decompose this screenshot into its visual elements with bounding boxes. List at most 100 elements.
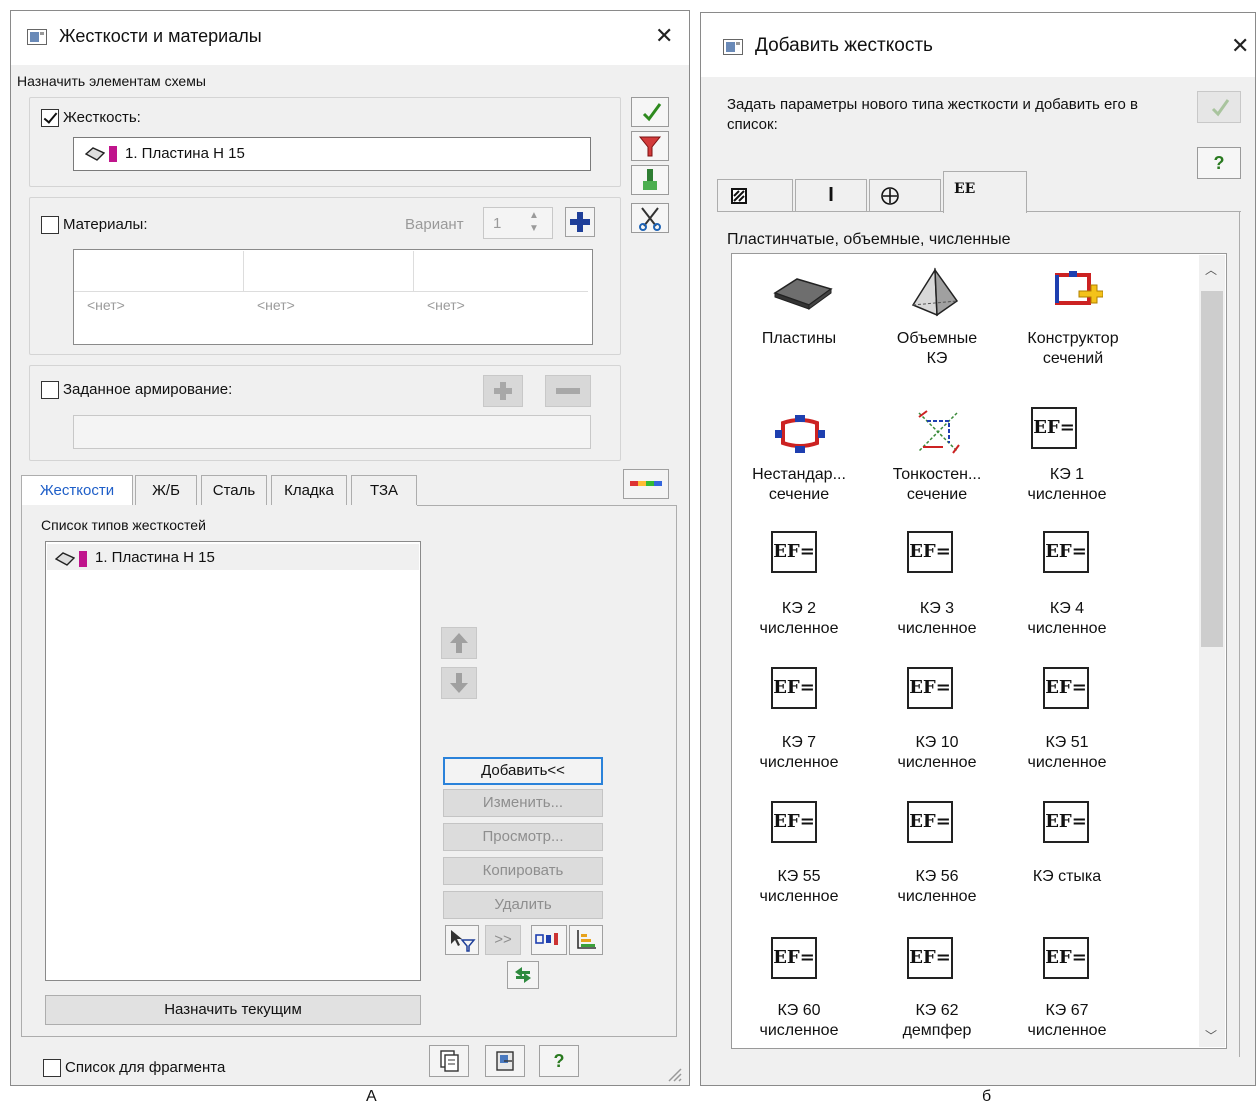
plate-icon bbox=[85, 147, 105, 161]
list-item[interactable]: КЭ 56 численное bbox=[877, 867, 997, 907]
tab-masonry[interactable]: Кладка bbox=[271, 475, 347, 505]
tab-steel-sections[interactable]: I bbox=[795, 179, 867, 211]
list-item[interactable]: Конструктор сечений bbox=[1007, 329, 1139, 369]
filter-button[interactable] bbox=[631, 131, 669, 161]
checkmark-icon bbox=[642, 103, 662, 122]
help-icon: ? bbox=[553, 1051, 565, 1071]
scissors-icon bbox=[639, 207, 661, 231]
materials-table bbox=[73, 249, 593, 345]
view-button[interactable]: Просмотр... bbox=[443, 823, 603, 851]
list-item[interactable]: КЭ стыка bbox=[1007, 867, 1127, 887]
ef-icon: EF= bbox=[771, 937, 817, 979]
remove-reinforcement-button[interactable] bbox=[545, 375, 591, 407]
list-item[interactable]: КЭ 10 численное bbox=[877, 733, 997, 773]
brush-button[interactable] bbox=[631, 165, 669, 195]
reinforcement-label: Заданное армирование: bbox=[63, 381, 233, 398]
apply-button[interactable] bbox=[1197, 91, 1241, 123]
variant-value: 1 bbox=[493, 215, 502, 232]
fragment-label: Список для фрагмента bbox=[65, 1059, 226, 1076]
move-up-button[interactable] bbox=[441, 627, 477, 659]
info-button[interactable] bbox=[531, 925, 567, 955]
tab-numerical[interactable]: EE bbox=[943, 171, 1027, 213]
ef-icon: EF= bbox=[1043, 667, 1089, 709]
list-item[interactable]: КЭ 51 численное bbox=[1007, 733, 1127, 773]
brush-icon bbox=[643, 169, 657, 190]
tab-panel-topline bbox=[1027, 211, 1241, 212]
close-button[interactable]: ✕ bbox=[1231, 33, 1249, 59]
tab-stiffness[interactable]: Жесткости bbox=[21, 475, 133, 505]
tab-reinforced-concrete[interactable]: Ж/Б bbox=[135, 475, 197, 505]
materials-checkbox[interactable] bbox=[41, 216, 59, 234]
tab-bars[interactable] bbox=[717, 179, 793, 211]
add-button[interactable]: Добавить<< bbox=[443, 757, 603, 785]
scroll-up-icon[interactable]: ︿ bbox=[1205, 261, 1217, 278]
description: Задать параметры нового типа жесткости и… bbox=[727, 96, 1138, 133]
scroll-down-icon[interactable]: ﹀ bbox=[1205, 1027, 1217, 1044]
help-button[interactable]: ? bbox=[1197, 147, 1241, 179]
spinner-arrows-icon[interactable]: ▲ ▼ bbox=[529, 209, 539, 235]
thin-walled-section-icon bbox=[918, 410, 960, 454]
table-divider bbox=[413, 251, 414, 291]
stiffness-checkbox[interactable] bbox=[41, 109, 59, 127]
scroll-thumb[interactable] bbox=[1201, 291, 1223, 647]
stiffness-type-list[interactable] bbox=[731, 253, 1227, 1049]
list-item[interactable]: Объемные КЭ bbox=[877, 329, 997, 369]
list-item[interactable]: КЭ 60 численное bbox=[739, 1001, 859, 1041]
add-reinforcement-button[interactable] bbox=[483, 375, 523, 407]
list-item[interactable]: КЭ 2 численное bbox=[739, 599, 859, 639]
tab-tza[interactable]: ТЗА bbox=[351, 475, 417, 505]
tab-steel[interactable]: Сталь bbox=[201, 475, 267, 505]
list-item[interactable]: Пластины bbox=[739, 329, 859, 349]
arrow-up-icon bbox=[450, 633, 468, 653]
caption-a: А bbox=[366, 1088, 377, 1105]
list-item[interactable]: КЭ 4 численное bbox=[1007, 599, 1127, 639]
window-title: Добавить жесткость bbox=[755, 35, 933, 56]
reinforcement-checkbox[interactable] bbox=[41, 381, 59, 399]
copy-button[interactable]: Копировать bbox=[443, 857, 603, 885]
close-button[interactable]: ✕ bbox=[655, 23, 673, 49]
reinforcement-field[interactable] bbox=[73, 415, 591, 449]
list-item[interactable]: Нестандар... сечение bbox=[739, 465, 859, 505]
add-material-button[interactable] bbox=[565, 207, 595, 237]
move-down-button[interactable] bbox=[441, 667, 477, 699]
hatched-square-icon bbox=[731, 188, 747, 204]
list-item[interactable]: КЭ 55 численное bbox=[739, 867, 859, 907]
stiffness-list[interactable] bbox=[45, 541, 421, 981]
ef-icon: EF= bbox=[771, 667, 817, 709]
ef-icon: EF= bbox=[1043, 531, 1089, 573]
tab-special[interactable] bbox=[869, 179, 941, 211]
select-filter-button[interactable] bbox=[445, 925, 479, 955]
list-item[interactable]: КЭ 7 численное bbox=[739, 733, 859, 773]
table-divider bbox=[243, 251, 244, 291]
assign-current-button[interactable]: Назначить текущим bbox=[45, 995, 421, 1025]
list-item[interactable]: КЭ 67 численное bbox=[1007, 1001, 1127, 1041]
ee-tab-label: EE bbox=[954, 181, 976, 197]
ef-icon: EF= bbox=[1043, 801, 1089, 843]
sort-icon bbox=[577, 930, 596, 949]
refresh-button[interactable] bbox=[507, 961, 539, 989]
tab-panel-right-border bbox=[1239, 211, 1240, 1057]
cut-button[interactable] bbox=[631, 203, 669, 233]
export-button[interactable] bbox=[485, 1045, 525, 1077]
more-button[interactable]: >> bbox=[485, 925, 521, 955]
tab-panel-topline bbox=[417, 505, 677, 506]
plate-icon bbox=[55, 552, 75, 566]
material-cell-1: <нет> bbox=[87, 297, 125, 313]
resize-grip-icon[interactable] bbox=[665, 1065, 683, 1083]
app-icon bbox=[27, 29, 47, 45]
color-marker bbox=[79, 551, 87, 567]
list-item[interactable]: КЭ 3 численное bbox=[877, 599, 997, 639]
list-item[interactable]: Тонкостен... сечение bbox=[877, 465, 997, 505]
apply-button[interactable] bbox=[631, 97, 669, 127]
plate-icon bbox=[773, 278, 833, 310]
list-item[interactable]: КЭ 62 демпфер bbox=[877, 1001, 997, 1041]
list-item[interactable]: КЭ 1 численное bbox=[1007, 465, 1127, 505]
sort-button[interactable] bbox=[569, 925, 603, 955]
fragment-checkbox[interactable] bbox=[43, 1059, 61, 1077]
help-button[interactable]: ? bbox=[539, 1045, 579, 1077]
edit-button[interactable]: Изменить... bbox=[443, 789, 603, 817]
i-beam-icon: I bbox=[828, 184, 834, 206]
copy-list-button[interactable] bbox=[429, 1045, 469, 1077]
delete-button[interactable]: Удалить bbox=[443, 891, 603, 919]
color-scale-button[interactable] bbox=[623, 469, 669, 499]
